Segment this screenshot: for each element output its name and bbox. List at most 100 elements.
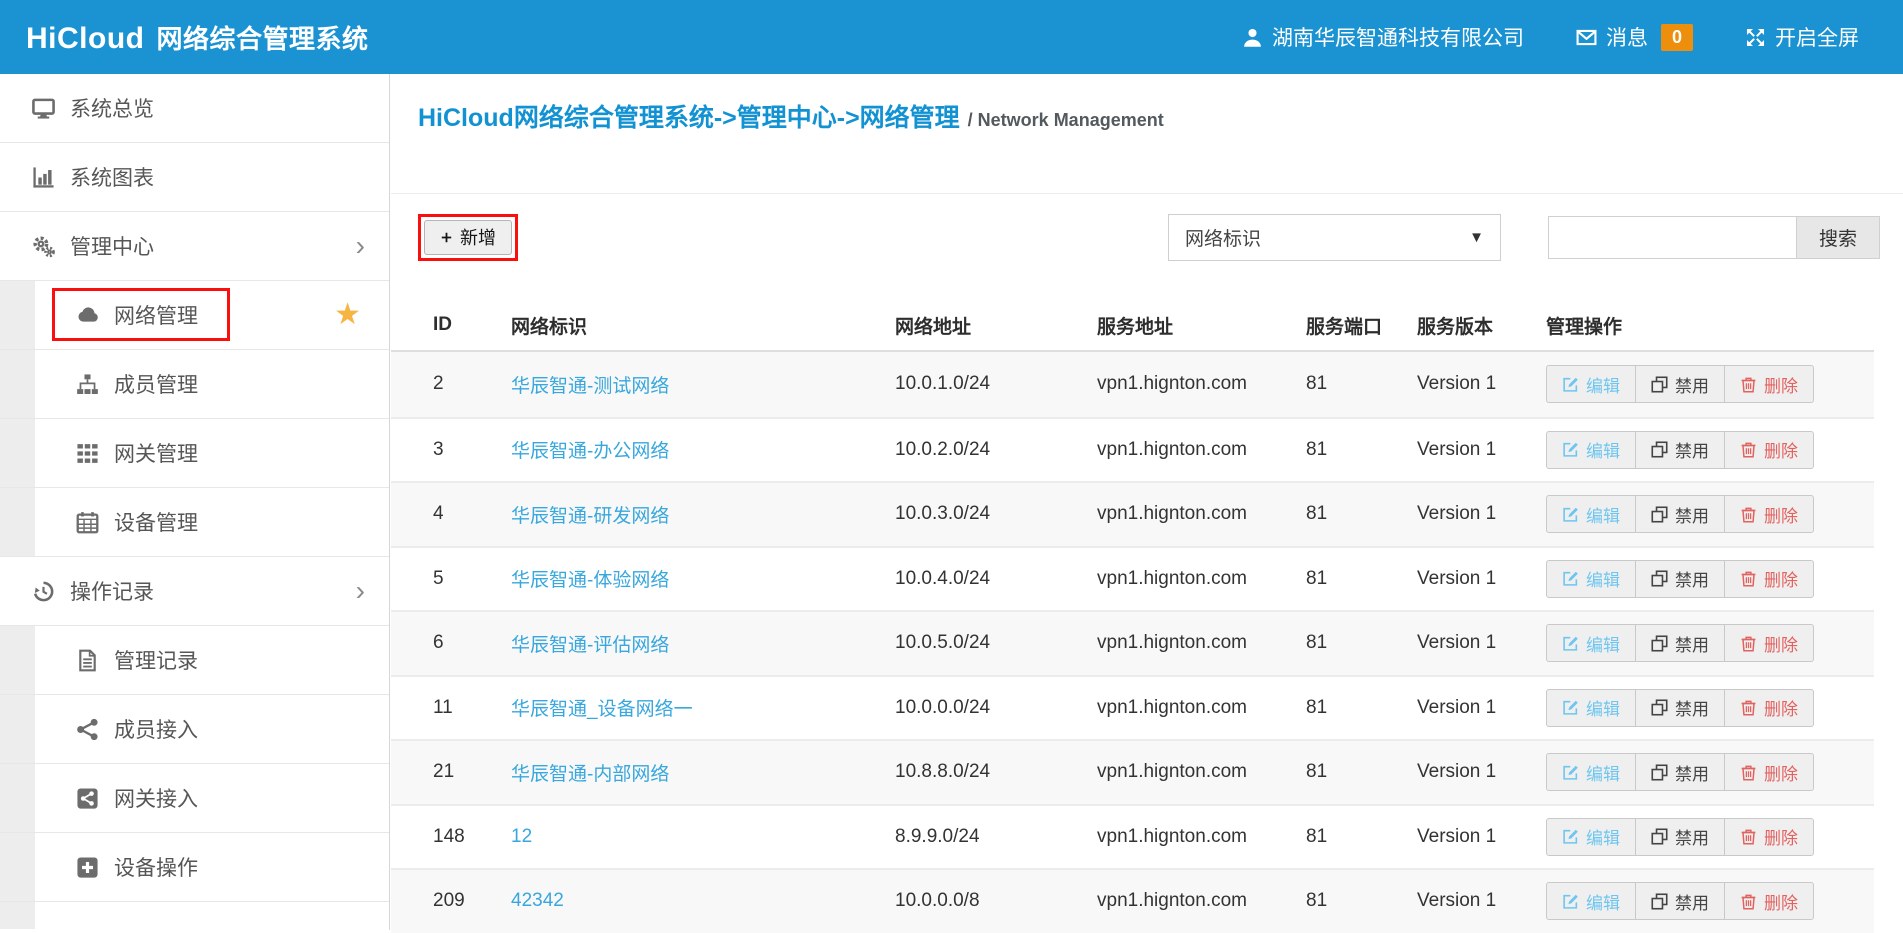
network-link[interactable]: 华辰智通-研发网络 [511,506,669,527]
cell-version: Version 1 [1417,568,1540,590]
trash-icon [1740,506,1757,523]
delete-button[interactable]: 删除 [1724,818,1814,856]
sidebar-item-sitemap[interactable]: 成员管理 [0,350,389,419]
cell-name: 华辰智通-研发网络 [511,501,895,528]
sidebar-item-cloud[interactable]: 网络管理 [0,281,389,350]
account-menu[interactable]: 湖南华辰智通科技有限公司 [1242,22,1524,52]
delete-button[interactable]: 删除 [1724,365,1814,403]
brand-subtitle: 网络综合管理系统 [156,19,368,56]
delete-button[interactable]: 删除 [1724,624,1814,662]
edit-button[interactable]: 编辑 [1546,689,1636,727]
cell-server: vpn1.hignton.com [1097,503,1306,525]
cell-actions: 编辑 禁用 删除 [1540,689,1874,727]
network-link[interactable]: 42342 [511,890,564,911]
chevron-right-icon [356,232,365,260]
search-input[interactable] [1548,216,1796,259]
calendar-icon [72,511,102,534]
sidebar-item-label: 成员管理 [114,369,198,399]
disable-button[interactable]: 禁用 [1635,753,1725,791]
cell-name: 华辰智通-评估网络 [511,630,895,657]
network-link[interactable]: 12 [511,826,532,847]
brand-name: HiCloud [26,22,144,56]
edit-button[interactable]: 编辑 [1546,882,1636,920]
sidebar-item-share-square[interactable]: 网关接入 [0,764,389,833]
cell-actions: 编辑 禁用 删除 [1540,495,1874,533]
delete-button[interactable]: 删除 [1724,495,1814,533]
fullscreen-label: 开启全屏 [1775,22,1859,52]
delete-button[interactable]: 删除 [1724,753,1814,791]
cell-version: Version 1 [1417,373,1540,395]
edit-icon [1562,376,1579,393]
table-row: 21 华辰智通-内部网络 10.8.8.0/24 vpn1.hignton.co… [391,739,1874,804]
trash-icon [1740,441,1757,458]
column-header-server: 服务地址 [1097,312,1306,339]
column-header-version: 服务版本 [1417,312,1540,339]
sidebar-item-calendar[interactable]: 设备管理 [0,488,389,557]
delete-button[interactable]: 删除 [1724,431,1814,469]
trash-icon [1740,828,1757,845]
filter-select[interactable]: 网络标识 [1168,214,1501,261]
sidebar-item-desktop[interactable]: 系统总览 [0,74,389,143]
edit-button[interactable]: 编辑 [1546,495,1636,533]
cell-version: Version 1 [1417,761,1540,783]
network-link[interactable]: 华辰智通-评估网络 [511,635,669,656]
network-link[interactable]: 华辰智通-办公网络 [511,441,669,462]
delete-button[interactable]: 删除 [1724,882,1814,920]
add-button[interactable]: 新增 [424,220,512,255]
cell-port: 81 [1306,890,1417,912]
network-link[interactable]: 华辰智通-测试网络 [511,376,669,397]
disable-button[interactable]: 禁用 [1635,495,1725,533]
sidebar-item-cogs[interactable]: 管理中心 [0,212,389,281]
delete-button[interactable]: 删除 [1724,689,1814,727]
cell-actions: 编辑 禁用 删除 [1540,560,1874,598]
trash-icon [1740,635,1757,652]
table-row: 148 12 8.9.9.0/24 vpn1.hignton.com 81 Ve… [391,804,1874,869]
cell-network: 10.0.1.0/24 [895,373,1097,395]
edit-icon [1562,506,1579,523]
clone-icon [1651,828,1668,845]
caret-down-icon [1469,229,1484,246]
edit-button[interactable]: 编辑 [1546,624,1636,662]
disable-button[interactable]: 禁用 [1635,818,1725,856]
cell-network: 10.0.4.0/24 [895,568,1097,590]
disable-button[interactable]: 禁用 [1635,882,1725,920]
edit-button[interactable]: 编辑 [1546,431,1636,469]
edit-icon [1562,635,1579,652]
column-header-port: 服务端口 [1306,312,1417,339]
sidebar-item-history[interactable]: 操作记录 [0,557,389,626]
cell-network: 10.0.0.0/8 [895,890,1097,912]
company-name: 湖南华辰智通科技有限公司 [1272,22,1524,52]
sidebar-item-share-alt[interactable]: 成员接入 [0,695,389,764]
cell-port: 81 [1306,697,1417,719]
cell-id: 4 [391,503,511,525]
network-link[interactable]: 华辰智通-体验网络 [511,570,669,591]
sidebar-item-label: 网关管理 [114,438,198,468]
sidebar-item-grid[interactable]: 网关管理 [0,419,389,488]
edit-button[interactable]: 编辑 [1546,753,1636,791]
disable-button[interactable]: 禁用 [1635,365,1725,403]
sidebar-item-bar-chart[interactable]: 系统图表 [0,143,389,212]
disable-button[interactable]: 禁用 [1635,689,1725,727]
disable-button[interactable]: 禁用 [1635,560,1725,598]
cell-version: Version 1 [1417,826,1540,848]
network-link[interactable]: 华辰智通_设备网络一 [511,699,693,720]
cell-id: 148 [391,826,511,848]
sidebar: 系统总览 系统图表 管理中心 网络管理 成员管理 网关管理 [0,74,390,930]
messages-menu[interactable]: 消息 0 [1576,22,1693,52]
edit-icon [1562,699,1579,716]
fullscreen-toggle[interactable]: 开启全屏 [1745,22,1859,52]
edit-icon [1562,893,1579,910]
edit-button[interactable]: 编辑 [1546,560,1636,598]
delete-button[interactable]: 删除 [1724,560,1814,598]
sidebar-item-plus-square[interactable]: 设备操作 [0,833,389,902]
network-link[interactable]: 华辰智通-内部网络 [511,764,669,785]
cell-id: 21 [391,761,511,783]
search-button[interactable]: 搜索 [1796,216,1880,259]
edit-button[interactable]: 编辑 [1546,365,1636,403]
sidebar-item-file-text[interactable]: 管理记录 [0,626,389,695]
sidebar-item-label: 管理中心 [70,231,154,261]
disable-button[interactable]: 禁用 [1635,431,1725,469]
cell-server: vpn1.hignton.com [1097,761,1306,783]
disable-button[interactable]: 禁用 [1635,624,1725,662]
edit-button[interactable]: 编辑 [1546,818,1636,856]
